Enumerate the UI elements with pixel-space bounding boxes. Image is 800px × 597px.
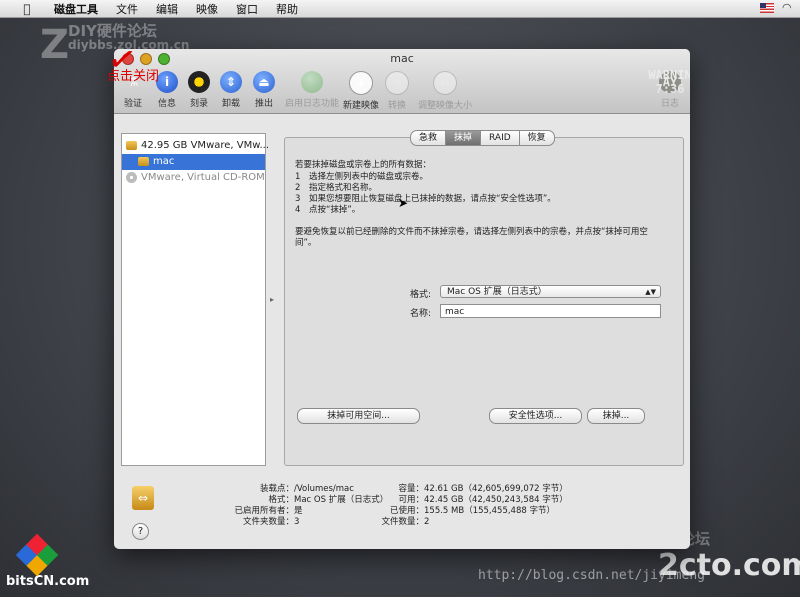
menu-edit[interactable]: 编辑 <box>156 1 178 17</box>
journal-icon <box>301 71 323 93</box>
tab-bar: 急救 抹掉 RAID 恢复 <box>410 130 555 146</box>
watermark-z-logo: Z <box>40 22 70 68</box>
format-label: 格式: <box>409 290 431 300</box>
convert-icon: ≡ <box>385 71 409 95</box>
menu-file[interactable]: 文件 <box>116 1 138 17</box>
external-volume-icon: ⇔ <box>132 486 154 510</box>
menu-help[interactable]: 帮助 <box>276 1 298 17</box>
log-icon: WARNIN AY 7:36 <box>648 67 690 96</box>
new-image-icon: + <box>349 71 373 95</box>
unmount-icon: ⇕ <box>220 71 242 93</box>
enable-journaling-button[interactable]: 启用日志功能 <box>284 71 340 109</box>
cdrom-icon <box>126 171 137 183</box>
click-close-annotation: 点击关闭 <box>107 69 160 84</box>
mouse-cursor-icon: ➤ <box>398 196 409 210</box>
erase-steps: 1 选择左侧列表中的磁盘或宗卷。 2 指定格式和名称。 3 如果您想要阻止恢复磁盘上已… <box>295 172 556 216</box>
watermark-bitscn-logo: bitsCN.com <box>6 574 90 589</box>
bitscn-logo-icon <box>15 533 59 577</box>
eject-button[interactable]: ⏏ 推出 <box>241 71 287 109</box>
name-field[interactable]: mac <box>440 304 661 318</box>
hard-disk-icon <box>126 140 137 150</box>
watermark-2cto-logo: 2cto.com <box>658 548 800 583</box>
volume-icon <box>138 156 149 166</box>
burn-icon <box>188 71 210 93</box>
erase-button[interactable]: 抹掉... <box>587 408 645 424</box>
window-title: mac <box>390 52 414 65</box>
volume-item-mac[interactable]: mac <box>122 154 265 170</box>
tab-first-aid[interactable]: 急救 <box>410 130 447 146</box>
disk-list: 42.95 GB VMware, VMw... mac VMware, Virt… <box>121 133 269 466</box>
disk-utility-window: mac ⚗ 验证 i 信息 刻录 ⇕ 卸载 ⏏ 推出 启用日志功能 + 新建映像 <box>114 49 690 549</box>
disk-item-vmware[interactable]: 42.95 GB VMware, VMw... <box>122 138 269 154</box>
menu-app-name[interactable]: 磁盘工具 <box>54 1 98 17</box>
tab-raid[interactable]: RAID <box>480 130 520 146</box>
select-arrows-icon: ▲▼ <box>645 288 656 296</box>
window-toolbar: mac ⚗ 验证 i 信息 刻录 ⇕ 卸载 ⏏ 推出 启用日志功能 + 新建映像 <box>114 49 690 114</box>
resize-image-button[interactable]: ↔ 调整映像大小 <box>414 71 476 111</box>
volume-info: ⇔ ? 装载点：/Volumes/mac 格式：Mac OS 扩展（日志式） 已… <box>114 474 690 549</box>
log-button[interactable]: WARNIN AY 7:36 日志 <box>647 67 690 110</box>
tab-erase[interactable]: 抹掉 <box>445 130 482 146</box>
input-source-flag-icon[interactable] <box>760 3 774 13</box>
erase-step: 2 指定格式和名称。 <box>295 183 378 193</box>
eject-icon: ⏏ <box>253 71 275 93</box>
wifi-icon[interactable]: ◠ <box>782 2 794 14</box>
menu-window[interactable]: 窗口 <box>236 1 258 17</box>
info-right: 容量：42.61 GB（42,605,699,072 字节） 可用：42.45 … <box>381 484 568 527</box>
name-label: 名称: <box>409 309 431 319</box>
tab-restore[interactable]: 恢复 <box>518 130 555 146</box>
format-select[interactable]: Mac OS 扩展（日志式） ▲▼ <box>440 285 661 298</box>
erase-free-space-button[interactable]: 抹掉可用空间... <box>297 408 420 424</box>
erase-step: 1 选择左侧列表中的磁盘或宗卷。 <box>295 172 429 182</box>
erase-step: 4 点按“抹掉”。 <box>295 205 361 215</box>
menu-image[interactable]: 映像 <box>196 1 218 17</box>
split-view-handle[interactable]: ▸ <box>270 295 274 304</box>
info-left: 装载点：/Volumes/mac 格式：Mac OS 扩展（日志式） 已启用所有… <box>234 484 389 527</box>
security-options-button[interactable]: 安全性选项... <box>489 408 582 424</box>
erase-intro: 若要抹掉磁盘或宗卷上的所有数据： <box>295 160 432 170</box>
erase-step: 3 如果您想要阻止恢复磁盘上已抹掉的数据，请点按“安全性选项”。 <box>295 194 556 204</box>
apple-logo-icon[interactable]:  <box>18 2 36 16</box>
resize-image-icon: ↔ <box>433 71 457 95</box>
free-space-note-line2: 间”。 <box>295 238 317 248</box>
info-icon: i <box>156 71 178 93</box>
erase-panel: 若要抹掉磁盘或宗卷上的所有数据： 1 选择左侧列表中的磁盘或宗卷。 2 指定格式和名… <box>284 137 684 466</box>
help-button[interactable]: ? <box>132 523 149 540</box>
menu-bar:  磁盘工具 文件 编辑 映像 窗口 帮助 ◠ <box>0 0 800 18</box>
free-space-note-line1: 要避免恢复以前已经删除的文件而不抹掉宗卷，请选择左侧列表中的宗卷，并点按“抹掉可… <box>295 227 648 237</box>
disk-item-cdrom[interactable]: VMware, Virtual CD-ROM <box>122 170 269 186</box>
